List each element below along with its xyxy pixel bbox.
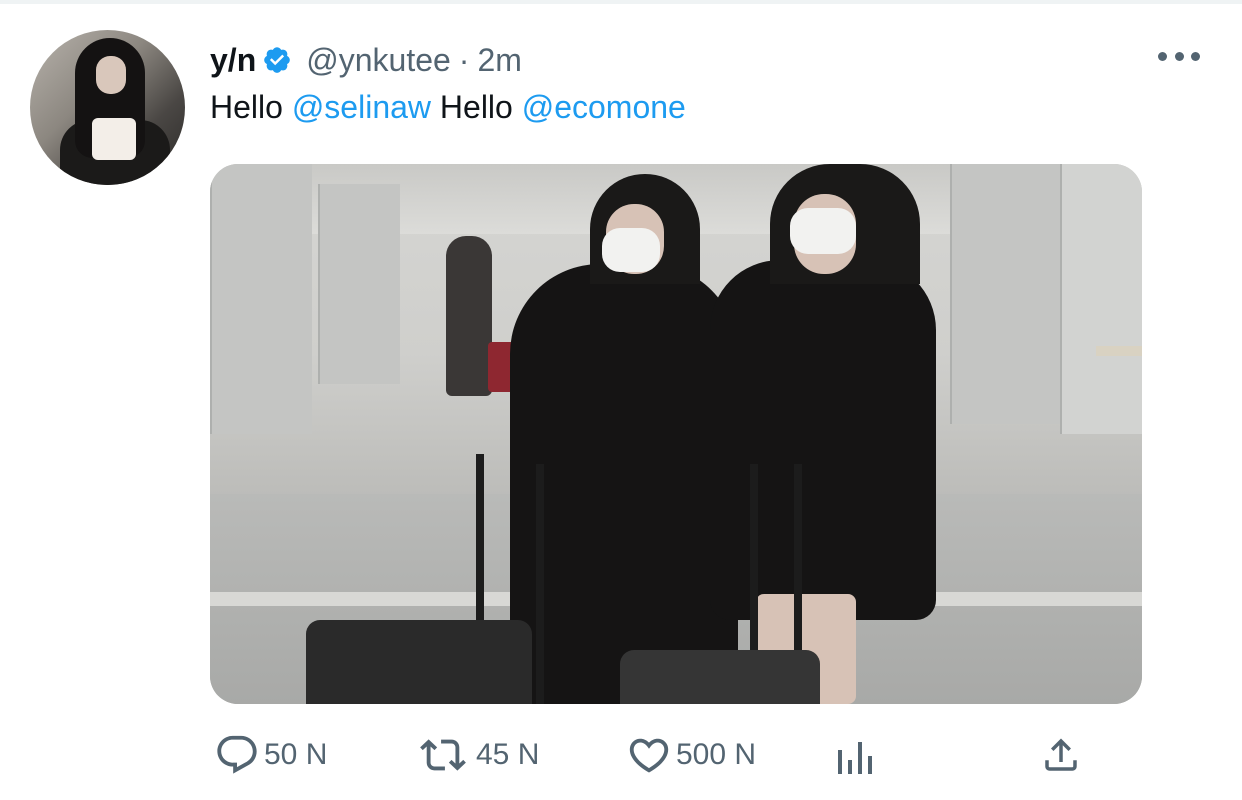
photo-table [1096, 346, 1142, 356]
photo-pillar [210, 164, 312, 434]
analytics-icon [834, 732, 876, 778]
mention-link[interactable]: @ecomone [522, 89, 686, 125]
photo-luggage-handle [536, 464, 544, 704]
like-icon [626, 732, 672, 778]
avatar-figure-top [92, 118, 136, 160]
retweet-icon [414, 732, 472, 778]
reply-count: 50 N [264, 738, 328, 771]
share-button[interactable] [1040, 732, 1082, 778]
display-name[interactable]: y/n [210, 42, 256, 79]
more-dot [1174, 51, 1184, 61]
analytics-button[interactable] [834, 732, 876, 778]
user-handle[interactable]: @ynkutee [306, 42, 451, 79]
photo-mask-right [790, 208, 856, 254]
more-dot [1191, 51, 1200, 61]
reply-icon [214, 732, 260, 778]
mention-link[interactable]: @selinaw [292, 89, 431, 125]
avatar-figure-face [96, 56, 126, 94]
photo-wall [1060, 164, 1142, 434]
photo-pillar [950, 164, 1062, 424]
photo-person-left [510, 264, 738, 704]
separator-dot: · [458, 41, 470, 78]
photo-luggage-right [620, 650, 820, 704]
more-dot [1158, 51, 1167, 61]
photo-mask-left-front [602, 228, 660, 272]
retweet-count: 45 N [476, 738, 540, 771]
avatar[interactable] [30, 30, 185, 185]
photo-luggage-black [306, 620, 532, 704]
top-divider [0, 0, 1242, 4]
like-count: 500 N [676, 738, 757, 771]
tweet-media-photo[interactable] [210, 164, 1142, 704]
retweet-button[interactable]: 45 N [414, 732, 539, 778]
verified-badge-icon [262, 45, 292, 75]
tweet-text-word: Hello [210, 89, 283, 125]
tweet-text: Hello @selinaw Hello @ecomone [210, 86, 686, 128]
like-button[interactable]: 500 N [626, 732, 756, 778]
tweet-timestamp[interactable]: 2m [477, 42, 521, 79]
share-icon [1040, 732, 1082, 778]
photo-background-person [446, 236, 492, 396]
reply-button[interactable]: 50 N [214, 732, 327, 778]
photo-person-right [710, 260, 936, 620]
tweet-header: y/n @ynkutee · 2m [210, 38, 522, 82]
photo-pillar [318, 184, 400, 384]
tweet-text-word: Hello [439, 89, 513, 125]
more-options-icon[interactable] [1158, 44, 1200, 68]
